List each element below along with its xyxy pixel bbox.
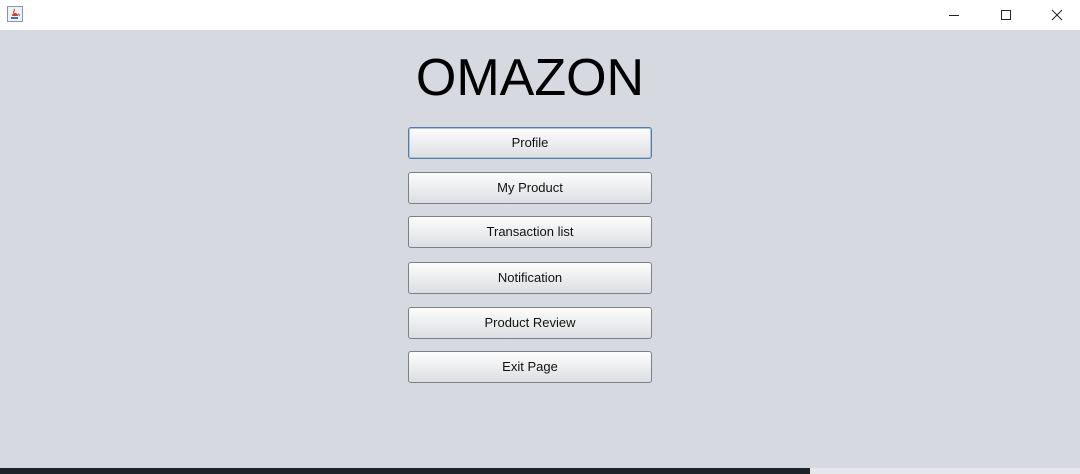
- notification-button[interactable]: Notification: [408, 262, 652, 294]
- transaction-list-button[interactable]: Transaction list: [408, 216, 652, 248]
- product-review-button[interactable]: Product Review: [408, 307, 652, 339]
- minimize-button[interactable]: [931, 0, 977, 30]
- exit-page-button[interactable]: Exit Page: [408, 351, 652, 383]
- java-coffee-icon[interactable]: [7, 6, 23, 22]
- taskbar-strip-right: [810, 468, 1080, 474]
- close-icon: [1051, 9, 1063, 21]
- maximize-icon: [1001, 10, 1011, 20]
- window-titlebar[interactable]: [0, 0, 1080, 30]
- maximize-button[interactable]: [983, 0, 1029, 30]
- app-title: OMAZON: [415, 49, 645, 107]
- main-panel: OMAZON Profile My Product Transaction li…: [0, 30, 1080, 468]
- close-button[interactable]: [1034, 0, 1080, 30]
- minimize-icon: [949, 15, 959, 16]
- profile-button[interactable]: Profile: [408, 127, 652, 159]
- my-product-button[interactable]: My Product: [408, 172, 652, 204]
